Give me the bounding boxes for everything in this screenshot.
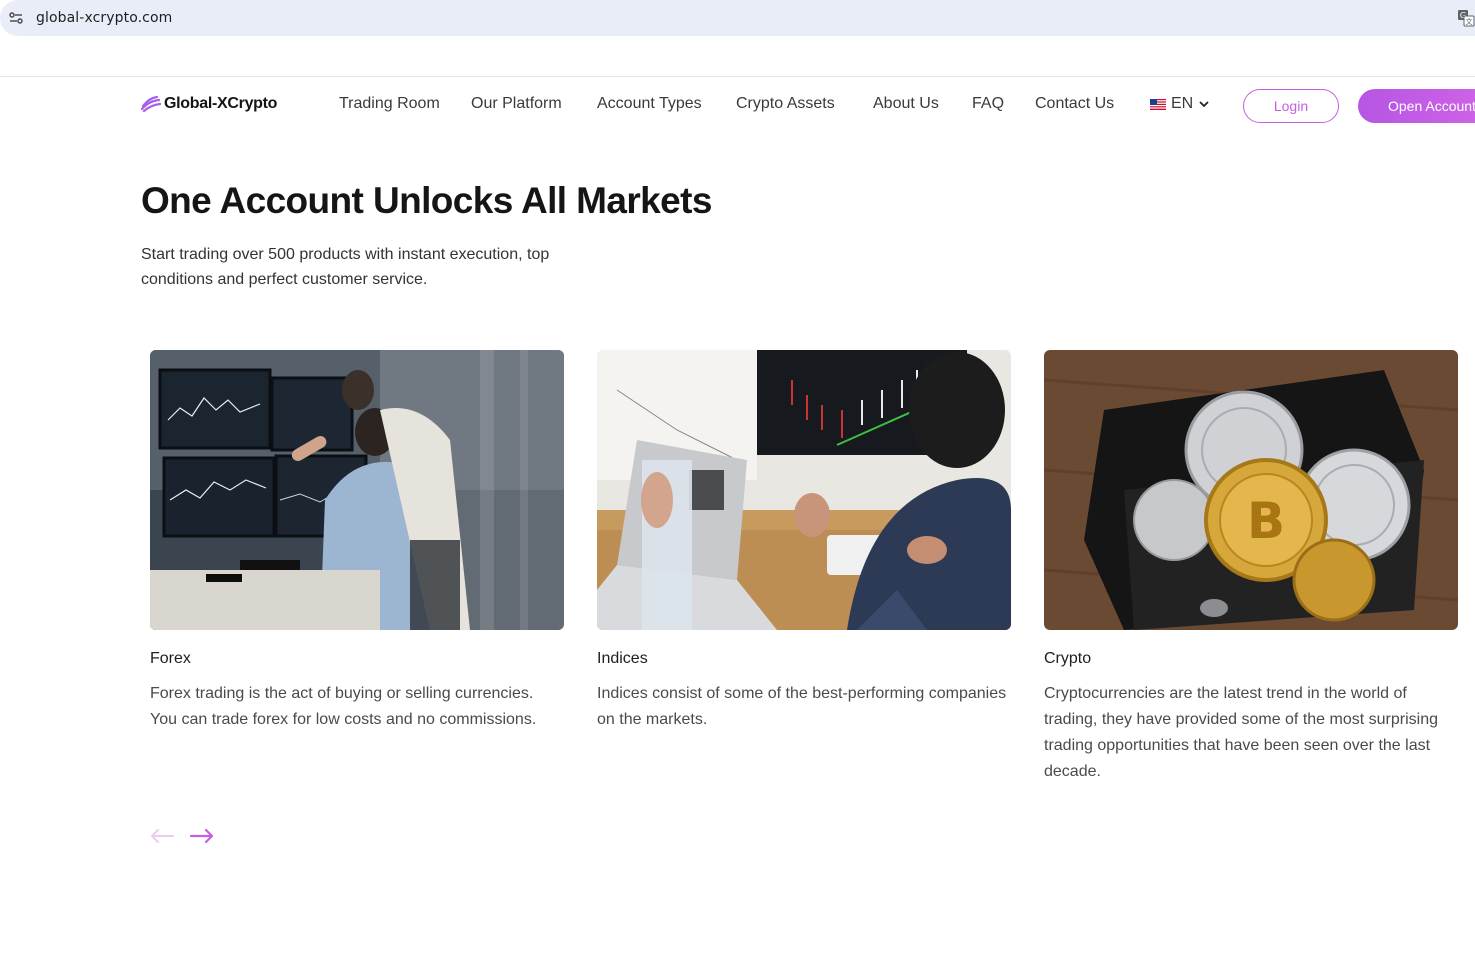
- nav-item-our-platform[interactable]: Our Platform: [471, 95, 562, 113]
- card-image-crypto: B: [1044, 350, 1458, 630]
- nav-item-faq[interactable]: FAQ: [972, 95, 1004, 113]
- logo-mark-icon: [141, 96, 161, 112]
- nav-item-about-us[interactable]: About Us: [873, 95, 939, 113]
- login-button[interactable]: Login: [1243, 89, 1339, 123]
- nav-item-trading-room[interactable]: Trading Room: [339, 95, 440, 113]
- svg-text:文: 文: [1466, 17, 1473, 26]
- card-title: Forex: [150, 650, 191, 667]
- arrow-right-icon[interactable]: [189, 828, 215, 844]
- card-description: Cryptocurrencies are the latest trend in…: [1044, 685, 1438, 780]
- card-image-forex: [150, 350, 564, 630]
- translate-icon[interactable]: G 文: [1457, 9, 1475, 27]
- nav-item-account-types[interactable]: Account Types: [597, 95, 702, 113]
- market-card-crypto[interactable]: B Crypto Cryptocurrencies are the latest…: [1044, 350, 1458, 785]
- browser-divider: [0, 76, 1475, 77]
- market-card-indices[interactable]: Indices Indices consist of some of the b…: [597, 350, 1011, 733]
- open-account-button[interactable]: Open Account: [1358, 89, 1475, 123]
- page-title: One Account Unlocks All Markets: [141, 180, 712, 221]
- card-title: Crypto: [1044, 650, 1092, 667]
- card-image-indices: [597, 350, 1011, 630]
- nav-item-contact-us[interactable]: Contact Us: [1035, 95, 1114, 113]
- card-description: Forex trading is the act of buying or se…: [150, 685, 537, 728]
- language-label: EN: [1171, 95, 1194, 112]
- language-selector[interactable]: EN: [1150, 95, 1209, 113]
- market-card-forex[interactable]: Forex Forex trading is the act of buying…: [150, 350, 564, 733]
- svg-text:B: B: [1247, 492, 1285, 550]
- site-logo[interactable]: Global-XCrypto: [141, 93, 277, 115]
- card-description: Indices consist of some of the best-perf…: [597, 685, 1007, 728]
- address-bar[interactable]: global-xcrypto.com G 文: [0, 0, 1475, 36]
- arrow-left-icon[interactable]: [149, 828, 175, 844]
- page-subtitle: Start trading over 500 products with ins…: [141, 246, 550, 288]
- card-title: Indices: [597, 650, 648, 667]
- us-flag-icon: [1150, 98, 1166, 110]
- logo-text: Global-XCrypto: [164, 95, 278, 112]
- url-text[interactable]: global-xcrypto.com: [36, 10, 172, 26]
- nav-item-crypto-assets[interactable]: Crypto Assets: [736, 95, 835, 113]
- site-info-icon[interactable]: [8, 10, 24, 26]
- chevron-down-icon: [1199, 100, 1209, 107]
